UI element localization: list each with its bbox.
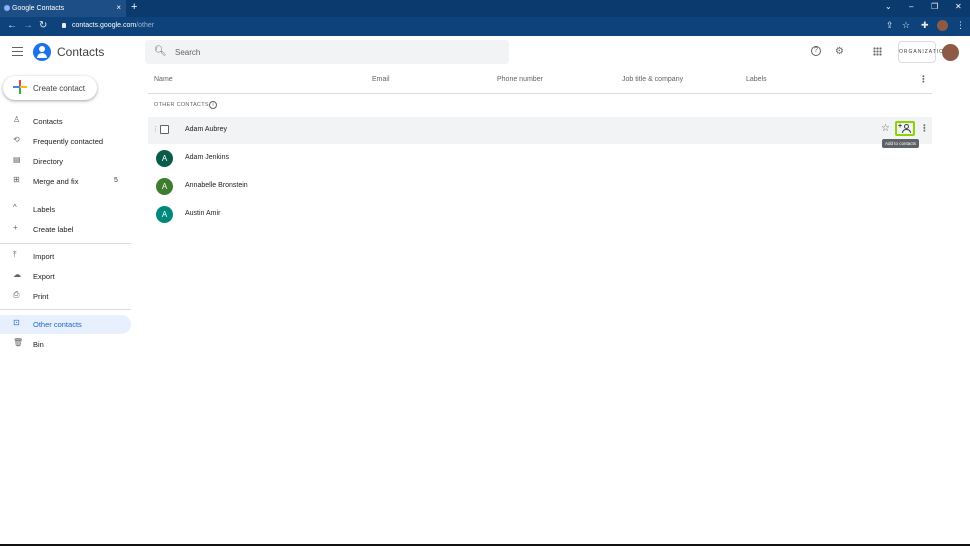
header-divider bbox=[148, 93, 932, 94]
browser-profile-avatar[interactable] bbox=[937, 20, 948, 31]
labels-section-toggle[interactable]: ^ Labels bbox=[0, 200, 131, 219]
contacts-logo-icon bbox=[33, 43, 51, 61]
sidebar-item-import[interactable]: ⤒ Import bbox=[0, 247, 131, 266]
cloud-download-icon: ☁ bbox=[13, 270, 21, 279]
star-icon[interactable]: ☆ bbox=[881, 123, 890, 134]
tab-title: Google Contacts bbox=[12, 5, 65, 12]
sidebar-item-frequently-contacted[interactable]: ⟲ Frequently contacted bbox=[0, 132, 131, 151]
create-contact-button[interactable]: Create contact bbox=[3, 76, 97, 100]
sidebar-item-label: Other contacts bbox=[33, 320, 82, 329]
create-label-button[interactable]: + Create label bbox=[0, 220, 131, 239]
browser-tab[interactable]: Google Contacts × bbox=[0, 0, 126, 17]
account-avatar[interactable] bbox=[942, 44, 959, 61]
row-more-icon[interactable]: ⋮ bbox=[920, 123, 929, 134]
sidebar-item-label: Frequently contacted bbox=[33, 137, 104, 146]
browser-tab-bar: Google Contacts × + ⌄ – ❐ ✕ bbox=[0, 0, 970, 17]
contacts-favicon-icon bbox=[4, 5, 10, 11]
back-arrow-icon[interactable]: ← bbox=[7, 20, 17, 31]
create-contact-label: Create contact bbox=[33, 84, 86, 93]
add-icon: + bbox=[13, 223, 18, 232]
organization-logo: ORGANIZATION bbox=[898, 41, 948, 63]
row-checkbox[interactable] bbox=[160, 125, 169, 134]
contact-name: Annabelle Bronstein bbox=[185, 182, 248, 189]
lock-icon bbox=[62, 23, 66, 28]
add-to-contacts-button[interactable]: + bbox=[895, 121, 915, 136]
info-icon[interactable]: i bbox=[209, 101, 217, 109]
url-path: /other bbox=[136, 22, 155, 29]
share-icon[interactable]: ⇪ bbox=[886, 20, 894, 31]
contact-name: Adam Jenkins bbox=[185, 154, 229, 161]
tab-search-icon[interactable]: ⌄ bbox=[885, 2, 892, 11]
browser-menu-icon[interactable]: ⋮ bbox=[956, 20, 965, 31]
list-options-menu-icon[interactable]: ⋮ bbox=[919, 74, 928, 85]
minimize-window-button[interactable]: – bbox=[909, 2, 913, 11]
google-apps-icon[interactable] bbox=[873, 47, 882, 56]
chevron-up-icon: ^ bbox=[13, 203, 17, 212]
sidebar-divider bbox=[0, 309, 131, 310]
merge-icon: ⊞ bbox=[13, 175, 20, 184]
column-header-phone: Phone number bbox=[497, 76, 543, 83]
search-icon[interactable]: 🔍︎ bbox=[154, 46, 167, 57]
sidebar-item-label: Directory bbox=[33, 157, 64, 166]
sidebar-item-other-contacts[interactable]: ⊡ Other contacts bbox=[0, 315, 131, 334]
restore-window-button[interactable]: ❐ bbox=[931, 2, 938, 11]
sidebar-item-export[interactable]: ☁ Export bbox=[0, 267, 131, 286]
close-tab-icon[interactable]: × bbox=[116, 3, 121, 12]
new-tab-button[interactable]: + bbox=[131, 1, 137, 13]
merge-count-badge: 5 bbox=[114, 177, 118, 184]
sidebar-item-directory[interactable]: ▤ Directory bbox=[0, 152, 131, 171]
plus-icon bbox=[13, 80, 27, 94]
sidebar-item-merge-and-fix[interactable]: ⊞ Merge and fix 5 bbox=[0, 172, 131, 191]
avatar: A bbox=[156, 206, 173, 223]
settings-gear-icon[interactable]: ⚙ bbox=[835, 46, 844, 57]
person-add-icon-body bbox=[902, 129, 911, 133]
column-header-email: Email bbox=[372, 76, 390, 83]
table-row[interactable]: ⋮⋮ Adam Aubrey ☆ + ⋮ bbox=[148, 117, 932, 144]
extensions-icon[interactable]: ✚ bbox=[921, 20, 929, 31]
contact-name: Adam Aubrey bbox=[185, 126, 228, 133]
close-window-button[interactable]: ✕ bbox=[955, 2, 962, 11]
column-header-job-title: Job title & company bbox=[622, 76, 684, 83]
app-title: Contacts bbox=[57, 45, 105, 59]
avatar: A bbox=[156, 150, 173, 167]
address-bar: ← → ↻ contacts.google.com/other ⇪ ☆ ✚ ⋮ bbox=[0, 17, 970, 36]
search-bar[interactable]: 🔍︎ bbox=[145, 40, 509, 64]
directory-icon: ▤ bbox=[13, 155, 21, 164]
trash-icon: 🗑 bbox=[13, 338, 24, 347]
contact-name: Austin Amir bbox=[185, 210, 221, 217]
labels-header: Labels bbox=[33, 205, 56, 214]
sidebar-item-label: Bin bbox=[33, 340, 44, 349]
url-host: contacts.google.com bbox=[72, 22, 137, 29]
print-icon: ⎙ bbox=[13, 290, 20, 299]
sidebar-item-label: Contacts bbox=[33, 117, 63, 126]
sidebar-item-bin[interactable]: 🗑 Bin bbox=[0, 335, 131, 354]
bookmark-star-icon[interactable]: ☆ bbox=[902, 20, 910, 31]
sidebar-item-contacts[interactable]: ♙ Contacts bbox=[0, 112, 131, 131]
search-input[interactable] bbox=[175, 44, 495, 60]
create-label-text: Create label bbox=[33, 225, 74, 234]
table-row[interactable]: A Adam Jenkins bbox=[148, 145, 932, 172]
table-row[interactable]: A Annabelle Bronstein bbox=[148, 173, 932, 200]
person-icon: ♙ bbox=[13, 115, 21, 124]
sidebar-item-label: Print bbox=[33, 292, 49, 301]
upload-icon: ⤒ bbox=[13, 250, 17, 259]
section-title: OTHER CONTACTS bbox=[154, 102, 209, 108]
history-icon: ⟲ bbox=[13, 135, 20, 144]
plus-icon: + bbox=[898, 123, 903, 130]
sidebar-item-label: Export bbox=[33, 272, 55, 281]
main-menu-icon[interactable] bbox=[12, 47, 23, 56]
help-icon[interactable]: ? bbox=[811, 46, 821, 56]
sidebar-item-label: Merge and fix bbox=[33, 177, 79, 186]
url-field[interactable]: contacts.google.com/other bbox=[72, 22, 154, 29]
column-header-name: Name bbox=[154, 76, 173, 83]
sidebar-item-print[interactable]: ⎙ Print bbox=[0, 287, 131, 306]
reload-icon[interactable]: ↻ bbox=[39, 20, 47, 31]
sidebar-divider bbox=[0, 243, 131, 244]
table-row[interactable]: A Austin Amir bbox=[148, 201, 932, 228]
avatar: A bbox=[156, 178, 173, 195]
column-header-labels: Labels bbox=[746, 76, 767, 83]
forward-arrow-icon[interactable]: → bbox=[23, 20, 33, 31]
other-contacts-icon: ⊡ bbox=[13, 318, 20, 327]
sidebar-item-label: Import bbox=[33, 252, 55, 261]
